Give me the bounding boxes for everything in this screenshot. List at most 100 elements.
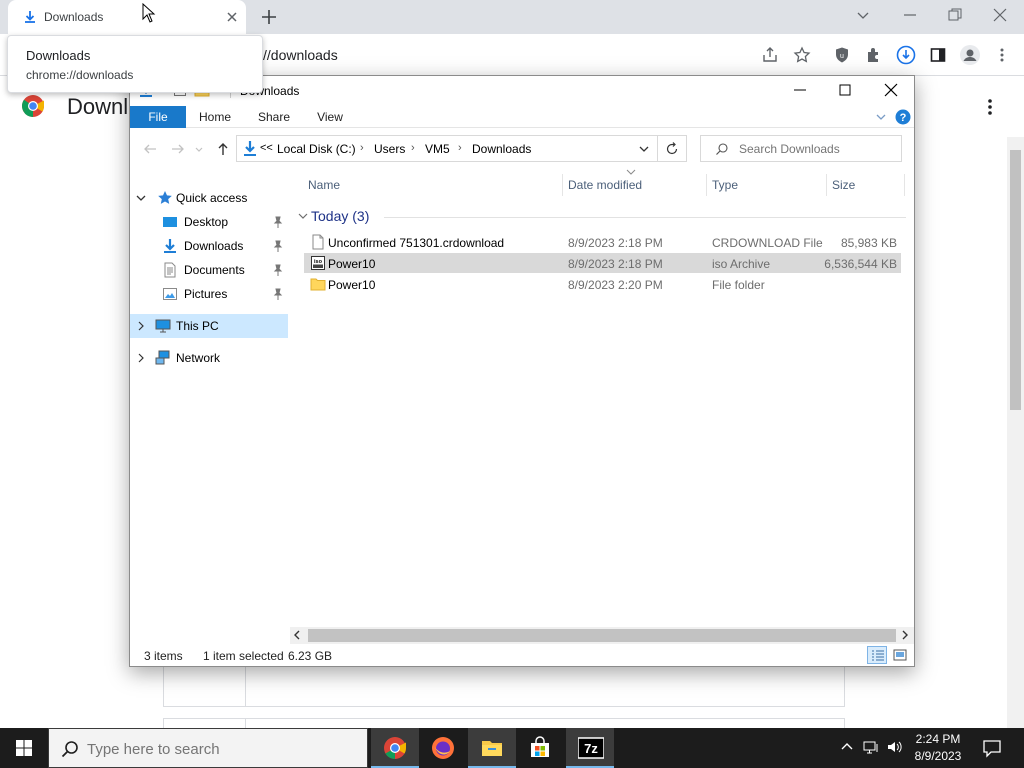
expand-ribbon-icon[interactable]	[873, 109, 889, 125]
large-icons-view-button[interactable]	[890, 646, 910, 664]
tab-home[interactable]: Home	[194, 106, 236, 128]
restore-icon[interactable]	[946, 6, 964, 24]
system-clock[interactable]: 2:24 PM 8/9/2023	[902, 731, 974, 765]
network-status-icon[interactable]	[862, 738, 880, 756]
pin-icon[interactable]	[272, 216, 284, 228]
download-icon	[164, 239, 176, 253]
column-size[interactable]: Size	[832, 172, 855, 196]
up-arrow-icon[interactable]	[215, 141, 231, 157]
new-tab-icon[interactable]	[260, 8, 278, 26]
close-window-icon[interactable]	[991, 6, 1009, 24]
column-date-modified[interactable]: Date modified	[568, 172, 642, 196]
scroll-right-icon[interactable]	[900, 630, 910, 640]
column-divider[interactable]	[706, 174, 707, 196]
back-arrow-icon[interactable]	[142, 141, 158, 157]
folder-icon	[310, 278, 326, 291]
column-type[interactable]: Type	[712, 172, 738, 196]
chevron-right-icon[interactable]	[136, 321, 146, 331]
svg-text:7z: 7z	[584, 741, 598, 756]
maximize-icon[interactable]	[837, 82, 853, 98]
forward-arrow-icon[interactable]	[170, 141, 186, 157]
chevron-right-icon[interactable]	[136, 353, 146, 363]
nav-downloads[interactable]: Downloads	[130, 234, 288, 258]
group-header-today[interactable]: Today (3)	[296, 206, 906, 226]
taskbar-search[interactable]	[48, 728, 368, 768]
extensions-puzzle-icon[interactable]	[865, 46, 883, 64]
scroll-left-icon[interactable]	[292, 630, 302, 640]
breadcrumb-users[interactable]: Users	[374, 142, 405, 156]
ublock-shield-icon[interactable]: u	[833, 46, 851, 64]
search-input[interactable]	[739, 140, 894, 158]
pin-icon[interactable]	[272, 240, 284, 252]
file-name: Power10	[328, 257, 376, 271]
file-row[interactable]: iso Power10 8/9/2023 2:18 PM iso Archive…	[304, 253, 901, 273]
details-view-icon	[872, 650, 884, 661]
profile-avatar-icon[interactable]	[959, 44, 981, 66]
file-row[interactable]: Power10 8/9/2023 2:20 PM File folder	[304, 274, 901, 294]
breadcrumb-separator[interactable]: ›	[411, 142, 415, 154]
chevron-up-icon[interactable]	[838, 738, 856, 756]
nav-desktop[interactable]: Desktop	[130, 210, 288, 234]
column-name[interactable]: Name	[308, 172, 340, 196]
refresh-button[interactable]	[658, 135, 687, 162]
tab-file[interactable]: File	[130, 106, 186, 128]
tab-share[interactable]: Share	[252, 106, 296, 128]
nav-quick-access[interactable]: Quick access	[130, 186, 288, 210]
file-row[interactable]: Unconfirmed 751301.crdownload 8/9/2023 2…	[304, 232, 901, 252]
breadcrumb-local-disk[interactable]: Local Disk (C:)	[277, 142, 356, 156]
taskbar-search-input[interactable]	[87, 739, 357, 759]
side-panel-icon[interactable]	[929, 46, 947, 64]
close-tab-icon[interactable]	[224, 9, 240, 25]
scrollbar-thumb[interactable]	[308, 629, 896, 642]
documents-icon	[164, 262, 176, 278]
nav-pictures[interactable]: Pictures	[130, 282, 288, 306]
nav-documents[interactable]: Documents	[130, 258, 288, 282]
bookmark-star-icon[interactable]	[793, 46, 811, 64]
tab-view[interactable]: View	[310, 106, 350, 128]
chevron-down-icon[interactable]	[298, 211, 308, 221]
start-button[interactable]	[0, 728, 48, 768]
tooltip-url: chrome://downloads	[26, 68, 134, 82]
tab-downloads[interactable]: Downloads	[8, 0, 246, 34]
address-bar[interactable]: << Local Disk (C:) › Users › VM5 › Downl…	[236, 135, 658, 162]
breadcrumb-vm5[interactable]: VM5	[425, 142, 450, 156]
share-icon[interactable]	[761, 46, 779, 64]
notification-icon[interactable]	[982, 738, 1002, 758]
taskbar-7zip[interactable]: 7z	[566, 728, 614, 768]
breadcrumb-separator[interactable]: ›	[360, 142, 364, 154]
column-divider[interactable]	[904, 174, 905, 196]
breadcrumb-downloads[interactable]: Downloads	[472, 142, 531, 156]
details-view-button[interactable]	[867, 646, 887, 664]
horizontal-scrollbar[interactable]	[290, 627, 914, 644]
downloads-toolbar-icon[interactable]	[896, 45, 916, 65]
scrollbar-thumb[interactable]	[1010, 150, 1021, 410]
close-icon[interactable]	[883, 82, 899, 98]
chevron-down-icon[interactable]	[637, 142, 651, 156]
column-divider[interactable]	[826, 174, 827, 196]
svg-text:iso: iso	[314, 259, 323, 265]
search-box[interactable]	[700, 135, 902, 162]
nav-network[interactable]: Network	[130, 346, 288, 370]
firefox-icon	[432, 737, 454, 759]
taskbar-firefox[interactable]	[419, 728, 467, 768]
recent-locations-icon[interactable]	[194, 141, 204, 157]
pin-icon[interactable]	[272, 264, 284, 276]
help-icon[interactable]: ?	[895, 109, 911, 125]
page-more-icon[interactable]	[980, 97, 1000, 117]
breadcrumb-separator[interactable]: ›	[458, 142, 462, 154]
breadcrumb-overflow[interactable]: <<	[260, 142, 273, 154]
minimize-icon[interactable]	[901, 6, 919, 24]
minimize-icon[interactable]	[792, 82, 808, 98]
taskbar-chrome[interactable]	[371, 728, 419, 768]
page-scrollbar[interactable]	[1007, 137, 1024, 728]
tab-search-chevron-icon[interactable]	[854, 6, 872, 24]
nav-this-pc[interactable]: This PC	[130, 314, 288, 338]
desktop-icon	[163, 217, 177, 227]
address-bar[interactable]: //downloads	[263, 47, 338, 63]
taskbar-file-explorer[interactable]	[468, 728, 516, 768]
column-divider[interactable]	[562, 174, 563, 196]
chevron-down-icon[interactable]	[136, 193, 146, 203]
pin-icon[interactable]	[272, 288, 284, 300]
chrome-menu-icon[interactable]	[993, 46, 1011, 64]
taskbar-store[interactable]	[516, 728, 564, 768]
